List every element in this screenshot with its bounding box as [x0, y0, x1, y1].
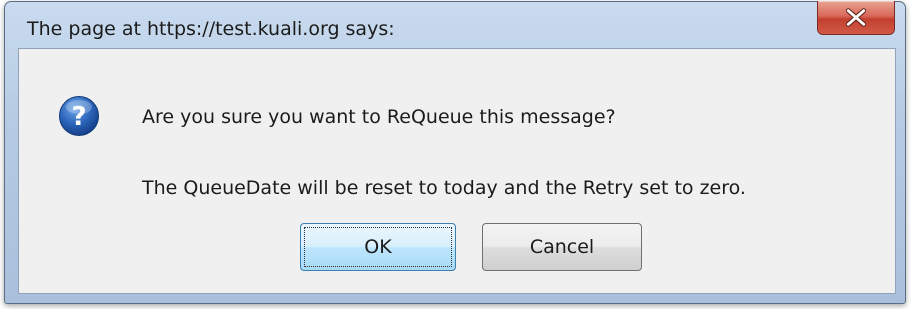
title-bar[interactable]: The page at https://test.kuali.org says: — [5, 1, 905, 46]
message-line-1: Are you sure you want to ReQueue this me… — [142, 106, 616, 128]
question-icon: ? — [59, 96, 99, 136]
dialog-body: ? Are you sure you want to ReQueue this … — [18, 48, 896, 294]
dialog-window: The page at https://test.kuali.org says:… — [4, 1, 906, 304]
ok-button[interactable]: OK — [300, 223, 456, 271]
close-icon — [845, 8, 867, 27]
dialog-title: The page at https://test.kuali.org says: — [27, 18, 395, 40]
cancel-button[interactable]: Cancel — [482, 223, 642, 271]
message-line-2: The QueueDate will be reset to today and… — [142, 177, 746, 199]
cancel-button-label: Cancel — [529, 236, 595, 258]
close-button[interactable] — [817, 1, 895, 35]
ok-button-label: OK — [364, 236, 392, 258]
svg-text:?: ? — [71, 102, 86, 132]
